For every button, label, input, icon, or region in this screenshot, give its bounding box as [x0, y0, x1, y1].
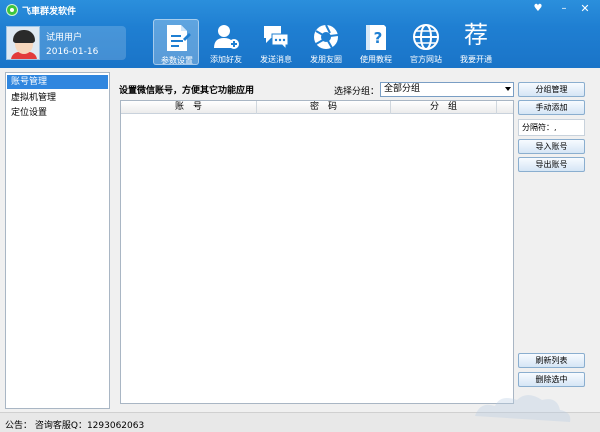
tool-label: 添加好友 [210, 55, 242, 64]
skin-button[interactable]: ♥ [530, 2, 546, 16]
watermark-cloud-icon [475, 395, 571, 422]
user-name: 试用用户 [46, 33, 83, 43]
minimize-button[interactable]: – [556, 2, 572, 16]
export-accounts-button[interactable]: 导出账号 [518, 157, 585, 172]
close-button[interactable]: ✕ [577, 2, 593, 16]
separator-field[interactable]: 分隔符：, [518, 119, 585, 136]
chevron-down-icon [505, 87, 511, 91]
account-table[interactable]: 账 号 密 码 分 组 [120, 100, 514, 404]
import-accounts-button[interactable]: 导入账号 [518, 139, 585, 154]
group-manage-button[interactable]: 分组管理 [518, 82, 585, 97]
tool-tutorial[interactable]: ? 使用教程 [353, 19, 399, 65]
tool-label: 发朋友圈 [310, 55, 342, 64]
gear-document-icon [167, 25, 191, 51]
tool-params-settings[interactable]: 参数设置 [153, 19, 199, 65]
main-panel: 设置微信账号，方便其它功能应用 选择分组： 全部分组 账 号 密 码 分 组 分… [112, 72, 596, 409]
group-select-label: 选择分组： [334, 87, 380, 97]
table-header: 账 号 密 码 分 组 [121, 101, 513, 114]
tool-official-site[interactable]: 官方网站 [403, 19, 449, 65]
title-bar[interactable]: 飞車群发软件 ♥ – ✕ [0, 0, 600, 20]
status-announcement: 公告： 咨询客服Q：1293062063 [5, 421, 145, 431]
panel-description: 设置微信账号，方便其它功能应用 [119, 86, 255, 96]
avatar-hair [13, 30, 35, 43]
svg-text:?: ? [374, 29, 383, 47]
sidebar-item-vm-management[interactable]: 虚拟机管理 [7, 91, 108, 105]
group-select[interactable]: 全部分组 [380, 82, 514, 97]
help-book-icon: ? [366, 25, 386, 50]
tool-label: 参数设置 [161, 56, 193, 65]
tool-label: 使用教程 [360, 55, 392, 64]
recommend-icon: 荐 [464, 21, 488, 49]
sidebar-item-account-management[interactable]: 账号管理 [7, 75, 108, 89]
tool-label: 我要开通 [460, 55, 492, 64]
column-header-group[interactable]: 分 组 [391, 101, 497, 114]
group-select-value: 全部分组 [384, 84, 421, 94]
column-header-password[interactable]: 密 码 [257, 101, 391, 114]
tool-label: 发送消息 [260, 55, 292, 64]
delete-selected-button[interactable]: 删除选中 [518, 372, 585, 387]
globe-icon [413, 24, 439, 50]
add-user-icon [214, 25, 239, 49]
chat-bubbles-icon [264, 26, 289, 51]
app-logo-icon [6, 4, 18, 16]
camera-shutter-icon [314, 24, 339, 49]
user-date: 2016-01-16 [46, 47, 99, 57]
column-header-account[interactable]: 账 号 [121, 101, 257, 114]
manual-add-button[interactable]: 手动添加 [518, 100, 585, 115]
tool-add-friend[interactable]: 添加好友 [203, 19, 249, 65]
sidebar: 账号管理 虚拟机管理 定位设置 [5, 72, 110, 409]
avatar [6, 26, 40, 60]
sidebar-item-location-settings[interactable]: 定位设置 [7, 106, 108, 120]
refresh-list-button[interactable]: 刷新列表 [518, 353, 585, 368]
tool-subscribe[interactable]: 荐 我要开通 [453, 19, 499, 65]
tool-label: 官方网站 [410, 55, 442, 64]
tool-post-moments[interactable]: 发朋友圈 [303, 19, 349, 65]
app-title: 飞車群发软件 [22, 7, 77, 17]
app-header: 飞車群发软件 ♥ – ✕ 试用用户 2016-01-16 参数设置 添加好友 发… [0, 0, 600, 68]
tool-send-message[interactable]: 发送消息 [253, 19, 299, 65]
